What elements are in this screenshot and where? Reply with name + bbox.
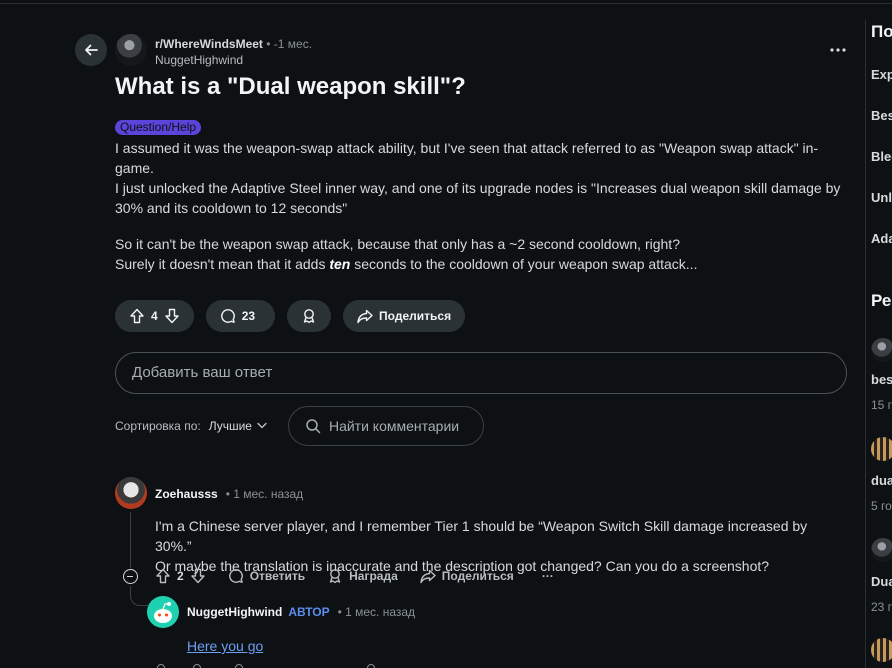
chevron-down-icon [257,422,267,429]
search-icon [306,419,321,434]
share-icon [357,309,373,324]
reply-header: NuggetHighwind АВТОР • 1 мес. назад [187,605,415,619]
comment-line: I'm a Chinese server player, and I remem… [155,518,808,554]
sidebar-heading: По [871,22,892,41]
vote-count: 4 [151,309,158,323]
comment-icon [228,569,243,583]
award-button[interactable]: Награда [327,568,398,584]
reply-body: Here you go [187,636,263,656]
post-meta: r/WhereWindsMeet • -1 мес. NuggetHighwin… [155,37,312,68]
comment-actions: 2 Ответить Награда Поделиться ··· [155,566,576,586]
reply-button[interactable]: Ответить [228,568,305,584]
related-avatar[interactable] [871,437,892,461]
post-body-emphasis: ten [329,256,351,272]
related-post-title[interactable]: dua [871,473,892,488]
post-title: What is a "Dual weapon skill"? [115,73,466,100]
related-post-meta: 15 г [871,398,892,412]
comment-time: • 1 мес. назад [225,487,304,501]
reply-thread-branch [130,586,148,606]
top-bar-edge [0,0,892,4]
sort-label: Сортировка по: [115,419,201,433]
post-body-paragraph: So it can't be the weapon swap attack, b… [115,236,680,252]
snoo-icon [154,602,172,623]
sidebar-item[interactable]: Blee [871,149,892,164]
post-time: -1 мес. [273,37,313,51]
reply-link[interactable]: Here you go [187,638,263,654]
sidebar-item[interactable]: Exp [871,67,892,82]
award-label: Награда [349,569,398,583]
vote-group: 4 [115,300,194,332]
thread-line[interactable] [130,512,131,568]
reply-author-avatar[interactable] [147,596,179,628]
comments-button[interactable]: 23 [205,300,276,332]
op-badge: АВТОР [288,605,330,619]
share-label: Поделиться [441,569,514,583]
reply-action-icon[interactable] [157,664,165,668]
back-button[interactable] [75,34,107,66]
award-icon [303,309,315,324]
downvote-icon[interactable] [164,308,180,324]
share-icon [420,569,436,584]
meta-separator: • [266,37,271,51]
sort-row: Сортировка по: Лучшие Найти комментарии [115,406,484,446]
share-button[interactable]: Поделиться [420,568,514,584]
upvote-icon[interactable] [155,568,171,584]
more-options-button[interactable] [827,40,849,60]
sidebar-divider [865,20,866,668]
comment-search-input[interactable]: Найти комментарии [287,406,484,446]
post-body-paragraph: Surely it doesn't mean that it adds ten … [115,254,845,274]
share-button[interactable]: Поделиться [343,300,466,332]
post-body-paragraph: I assumed it was the weapon-swap attack … [115,140,819,176]
add-reply-input[interactable]: Добавить ваш ответ [115,352,847,394]
post-flair[interactable]: Question/Help [115,120,202,135]
back-arrow-icon [85,44,98,56]
post-body-text: Surely it doesn't mean that it adds [115,256,330,272]
sidebar-item[interactable]: Bes [871,108,892,123]
post-actions: 4 23 Поделиться [115,300,466,332]
related-post-meta: 5 го [871,499,892,513]
comment-vote-count: 2 [177,569,184,583]
more-icon [830,48,846,52]
sort-dropdown[interactable]: Лучшие [209,419,272,433]
reply-author[interactable]: NuggetHighwind [187,605,282,619]
award-button[interactable] [287,300,332,332]
downvote-icon[interactable] [190,568,206,584]
related-avatar[interactable] [871,338,892,362]
post-body-text: seconds to the cooldown of your weapon s… [350,256,698,272]
share-label: Поделиться [379,309,452,323]
related-avatar[interactable] [871,638,892,662]
post-author[interactable]: NuggetHighwind [155,53,312,68]
comment-more-button[interactable]: ··· [536,569,554,583]
related-heading: Ре [871,291,892,310]
reply-actions-partial [155,662,455,668]
sidebar-item[interactable]: Unl [871,190,892,205]
sidebar-item[interactable]: Ada [871,231,892,246]
reply-label: Ответить [249,569,306,583]
post-body-paragraph: I just unlocked the Adaptive Steel inner… [115,180,841,216]
comment-header: Zoehausss • 1 мес. назад [155,487,303,501]
related-post-title[interactable]: bes [871,372,892,387]
reply-action-icon[interactable] [193,664,201,668]
related-post-meta: 23 г [871,600,892,614]
reply-time: • 1 мес. назад [337,605,416,619]
commenter-avatar[interactable] [115,477,147,509]
subreddit-link[interactable]: r/WhereWindsMeet [155,37,263,51]
comment-author[interactable]: Zoehausss [155,487,218,501]
more-icon: ··· [541,569,554,583]
reply-action-icon[interactable] [235,664,243,668]
post-body: I assumed it was the weapon-swap attack … [115,138,845,274]
sort-value: Лучшие [208,419,252,433]
comment-vote-group: 2 [155,568,206,584]
related-avatar[interactable] [871,538,892,562]
upvote-icon[interactable] [129,308,145,324]
reply-action-icon[interactable] [367,664,375,668]
comment-icon [220,309,235,323]
comment-search-placeholder: Найти комментарии [328,418,460,434]
comment-count: 23 [241,309,256,323]
related-post-title[interactable]: Dua [871,574,892,589]
subreddit-avatar[interactable] [115,34,147,66]
collapse-icon[interactable] [123,569,138,584]
award-icon [329,569,341,584]
